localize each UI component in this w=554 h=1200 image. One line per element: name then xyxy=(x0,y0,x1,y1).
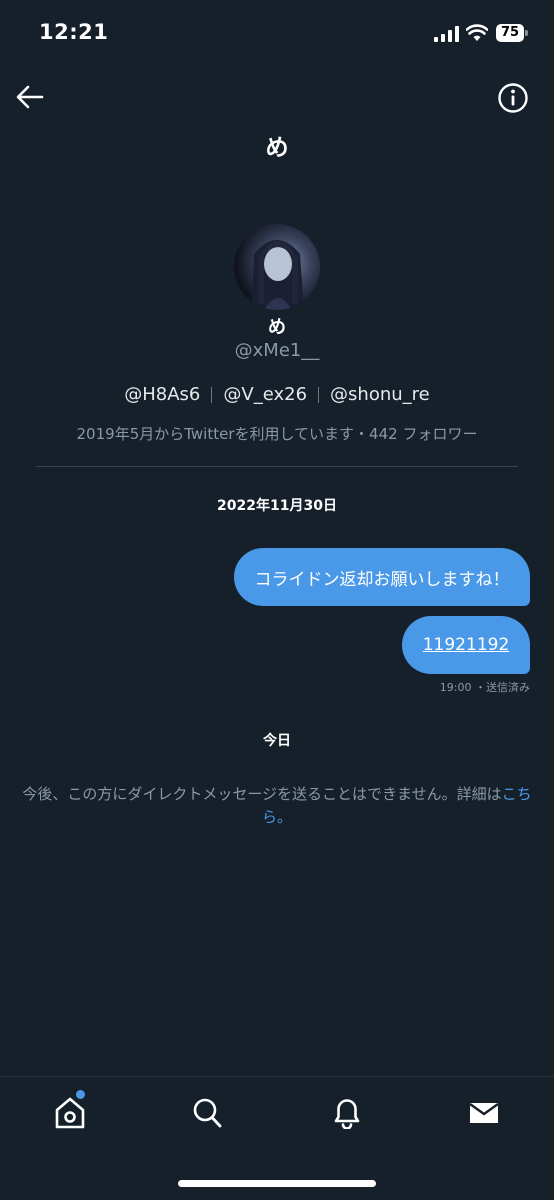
mutual-accounts: @H8As6 @V_ex26 @shonu_re xyxy=(0,384,554,405)
avatar[interactable] xyxy=(234,224,320,310)
date-label-today: 今日 xyxy=(263,733,291,749)
message-bubble[interactable]: コライドン返却お願いしますね！ xyxy=(234,548,530,606)
mail-icon[interactable] xyxy=(468,1100,500,1126)
notice-text: 今後、この方にダイレクトメッセージを送ることはできません。詳細は xyxy=(22,785,502,803)
page-title: め xyxy=(265,135,289,161)
cellular-signal-icon xyxy=(434,26,459,42)
avatar-image xyxy=(252,240,304,310)
wifi-icon xyxy=(466,24,488,41)
joined-info: 2019年5月からTwitterを利用しています・442 フォロワー xyxy=(76,425,478,443)
arrow-left-icon[interactable] xyxy=(16,84,44,110)
battery-indicator: 75 xyxy=(496,24,524,42)
dm-restriction-notice: 今後、この方にダイレクトメッセージを送ることはできません。詳細はこちら。 xyxy=(10,783,544,829)
divider xyxy=(36,466,518,467)
profile-handle: @xMe1__ xyxy=(234,340,320,361)
profile-name: め xyxy=(268,317,286,338)
status-time: 12:21 xyxy=(39,20,109,44)
message-bubble[interactable]: 11921192 xyxy=(402,616,530,674)
mutual-account-link[interactable]: @H8As6 xyxy=(124,384,200,405)
search-icon[interactable] xyxy=(192,1097,222,1129)
info-circle-icon[interactable] xyxy=(497,82,529,114)
message-link-text[interactable]: 11921192 xyxy=(423,635,510,655)
message-status: 19:00 ・送信済み xyxy=(439,681,530,694)
divider xyxy=(211,386,213,403)
message-text: コライドン返却お願いしますね！ xyxy=(254,569,510,590)
bell-icon[interactable] xyxy=(332,1096,362,1129)
divider xyxy=(318,386,320,403)
bottom-nav-border xyxy=(0,1076,554,1077)
mutual-account-link[interactable]: @shonu_re xyxy=(330,384,430,405)
mutual-account-link[interactable]: @V_ex26 xyxy=(223,384,307,405)
notification-dot xyxy=(76,1090,85,1099)
home-indicator xyxy=(178,1180,376,1187)
home-icon[interactable] xyxy=(54,1096,86,1130)
battery-tip xyxy=(525,30,528,36)
date-label: 2022年11月30日 xyxy=(217,498,337,514)
